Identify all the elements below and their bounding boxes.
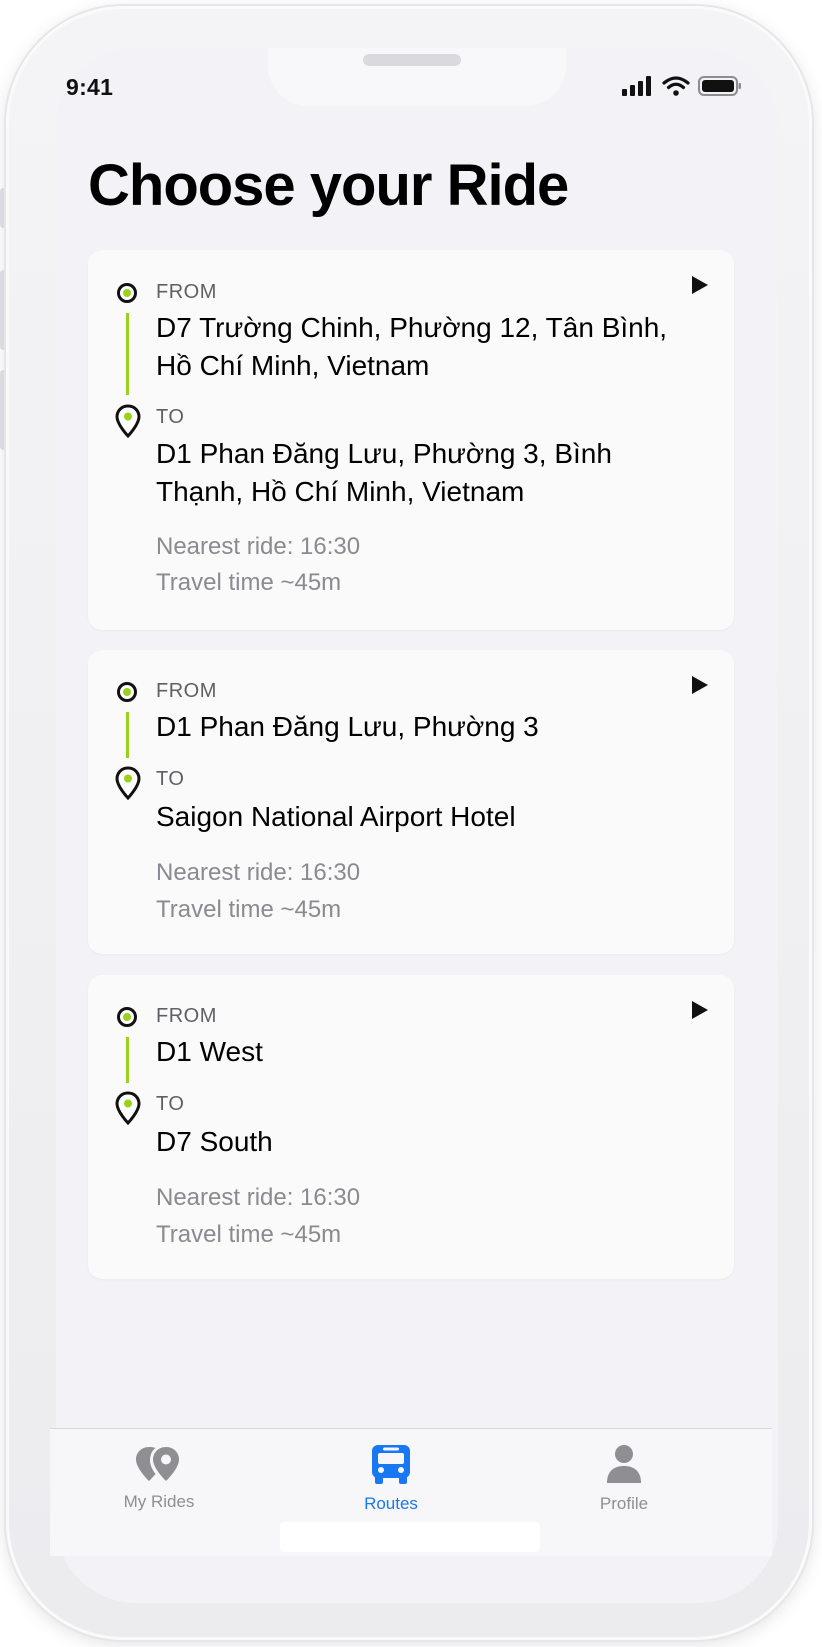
status-time: 9:41 [66, 74, 114, 100]
from-address: D7 Trường Chinh, Phường 12, Tân Bình, Hồ… [156, 312, 668, 381]
travel-time: Travel time ~45m [156, 569, 342, 596]
tab-label: My Rides [123, 1492, 195, 1511]
tab-routes[interactable]: Routes [316, 1443, 466, 1514]
tab-label: Routes [364, 1494, 418, 1513]
bus-icon [372, 1445, 410, 1484]
battery-icon [698, 76, 741, 96]
cellular-signal-icon [622, 76, 651, 96]
from-address: D1 West [156, 1036, 263, 1067]
to-address: D7 South [156, 1126, 273, 1157]
origin-dot-icon [117, 1007, 137, 1027]
to-label: TO [156, 768, 185, 790]
route-connector [126, 1037, 129, 1083]
tab-my-rides[interactable]: My Rides [84, 1443, 234, 1512]
nearest-ride: Nearest ride: 16:30 [156, 533, 361, 560]
speaker-grille [363, 54, 461, 66]
origin-dot-icon [117, 682, 137, 702]
nearest-ride: Nearest ride: 16:30 [156, 1184, 361, 1211]
to-address: Saigon National Airport Hotel [156, 801, 516, 832]
destination-pin-icon [115, 404, 141, 438]
ride-card[interactable]: FROM D1 West TO D7 South Nearest ride: 1… [88, 975, 734, 1279]
person-icon [607, 1445, 641, 1483]
page-title: Choose your Ride [88, 153, 569, 218]
destination-pin-icon [115, 766, 141, 800]
play-icon[interactable] [692, 1001, 708, 1019]
route-connector [126, 712, 129, 758]
from-address: D1 Phan Đăng Lưu, Phường 3 [156, 711, 539, 742]
from-label: FROM [156, 680, 217, 702]
my-rides-icon [136, 1447, 179, 1481]
tab-profile[interactable]: Profile [549, 1443, 699, 1514]
ride-card[interactable]: FROM D1 Phan Đăng Lưu, Phường 3 TO Saigo… [88, 650, 734, 954]
route-connector [126, 313, 129, 395]
from-label: FROM [156, 281, 217, 303]
destination-pin-icon [115, 1091, 141, 1125]
home-indicator [280, 1522, 540, 1552]
to-label: TO [156, 406, 185, 428]
travel-time: Travel time ~45m [156, 896, 342, 923]
origin-dot-icon [117, 283, 137, 303]
play-icon[interactable] [692, 276, 708, 294]
tab-label: Profile [599, 1494, 649, 1513]
play-icon[interactable] [692, 676, 708, 694]
to-address: D1 Phan Đăng Lưu, Phường 3, Bình Thạnh, … [156, 438, 612, 507]
status-icons [622, 76, 742, 96]
ride-card[interactable]: FROM D7 Trường Chinh, Phường 12, Tân Bìn… [88, 250, 734, 630]
travel-time: Travel time ~45m [156, 1221, 342, 1248]
nearest-ride: Nearest ride: 16:30 [156, 859, 361, 886]
wifi-icon [662, 76, 690, 96]
to-label: TO [156, 1093, 185, 1115]
from-label: FROM [156, 1005, 217, 1027]
